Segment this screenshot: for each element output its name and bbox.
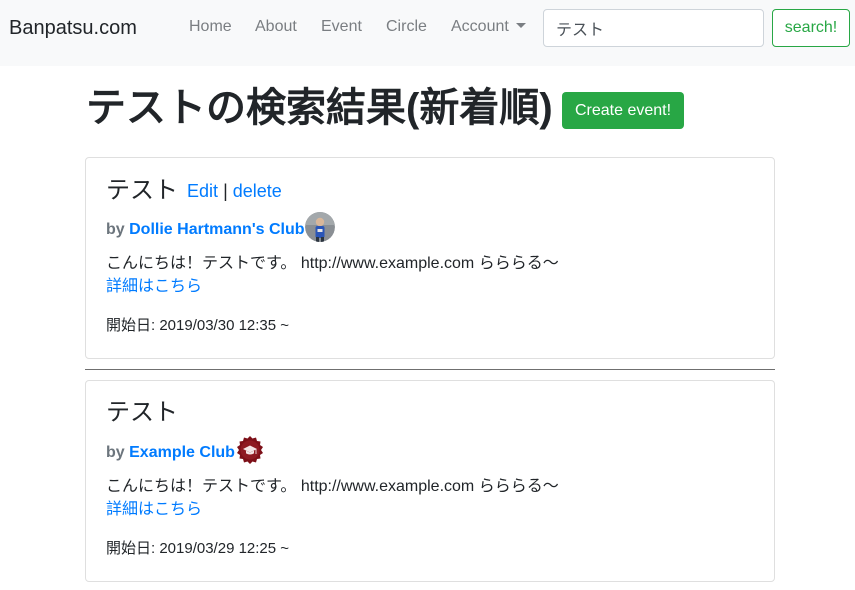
- nav-event-link[interactable]: Event: [321, 17, 362, 37]
- organizer-line: by Dollie Hartmann's Club: [106, 212, 335, 242]
- divider: [85, 369, 775, 370]
- event-description: こんにちは！テストです。 http://www.example.com らららる…: [106, 478, 559, 495]
- club-link[interactable]: Dollie Hartmann's Club: [129, 221, 304, 238]
- page-title: テストの検索結果(新着順): [86, 86, 553, 130]
- event-actions: Edit | delete: [182, 181, 282, 201]
- delete-link[interactable]: delete: [233, 181, 282, 201]
- navbar: Banpatsu.com Home About Event Circle Acc…: [0, 0, 855, 66]
- by-label: by: [106, 221, 125, 239]
- event-start-date: 開始日: 2019/03/30 12:35 ~: [106, 317, 290, 334]
- event-start-date: 開始日: 2019/03/29 12:25 ~: [106, 540, 290, 557]
- nav-circle-link[interactable]: Circle: [386, 17, 427, 37]
- organizer-line: by Example Club: [106, 436, 265, 465]
- create-event-button[interactable]: Create event!: [562, 92, 684, 129]
- event-card: テスト by Example Club こんにちは！テストです。 http://…: [85, 380, 775, 582]
- club-link[interactable]: Example Club: [129, 444, 235, 461]
- event-title-row: テスト Edit | delete: [106, 176, 282, 206]
- details-link[interactable]: 詳細はこちら: [106, 498, 202, 521]
- club-avatar[interactable]: [235, 435, 265, 465]
- event-title: テスト: [106, 399, 178, 426]
- edit-link[interactable]: Edit: [187, 181, 218, 201]
- nav-account-label: Account: [451, 18, 509, 35]
- graduation-cap-badge-icon: [236, 436, 263, 464]
- nav-home-link[interactable]: Home: [189, 17, 232, 37]
- club-avatar[interactable]: [304, 212, 335, 242]
- person-avatar-icon: [304, 212, 335, 242]
- nav-about-link[interactable]: About: [255, 17, 297, 37]
- by-label: by: [106, 444, 125, 462]
- action-separator: |: [223, 181, 228, 201]
- event-title: テスト: [106, 177, 178, 204]
- search-input[interactable]: [543, 9, 764, 47]
- search-button[interactable]: search!: [772, 9, 850, 47]
- caret-down-icon: [515, 23, 526, 28]
- nav-account-dropdown[interactable]: Account: [451, 17, 526, 37]
- event-card: テスト Edit | delete by Dollie Hartmann's C…: [85, 157, 775, 359]
- event-description: こんにちは！テストです。 http://www.example.com らららる…: [106, 255, 559, 272]
- brand-logo-link[interactable]: Banpatsu.com: [9, 16, 137, 40]
- details-link[interactable]: 詳細はこちら: [106, 275, 202, 298]
